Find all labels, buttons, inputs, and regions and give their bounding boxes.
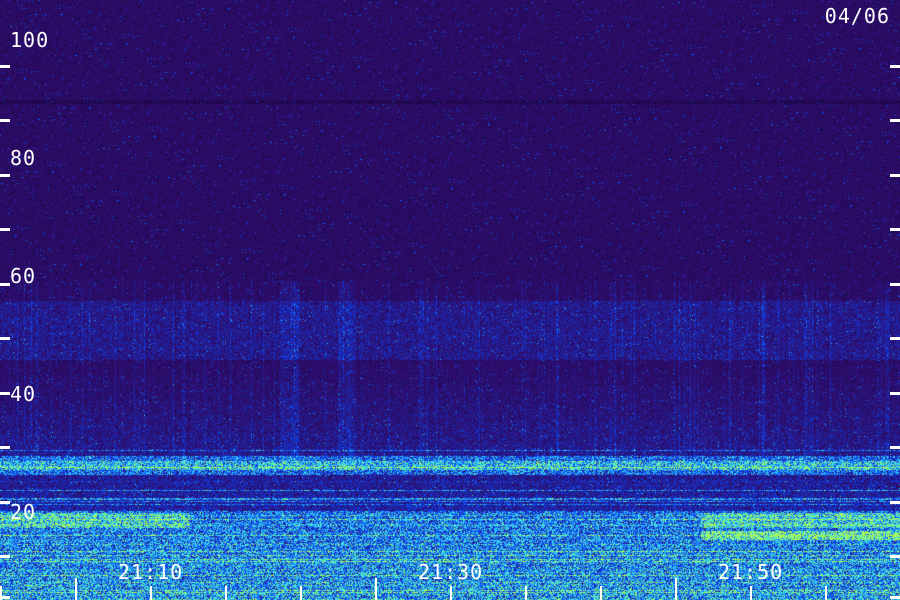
spectrogram-plot: [0, 0, 900, 600]
